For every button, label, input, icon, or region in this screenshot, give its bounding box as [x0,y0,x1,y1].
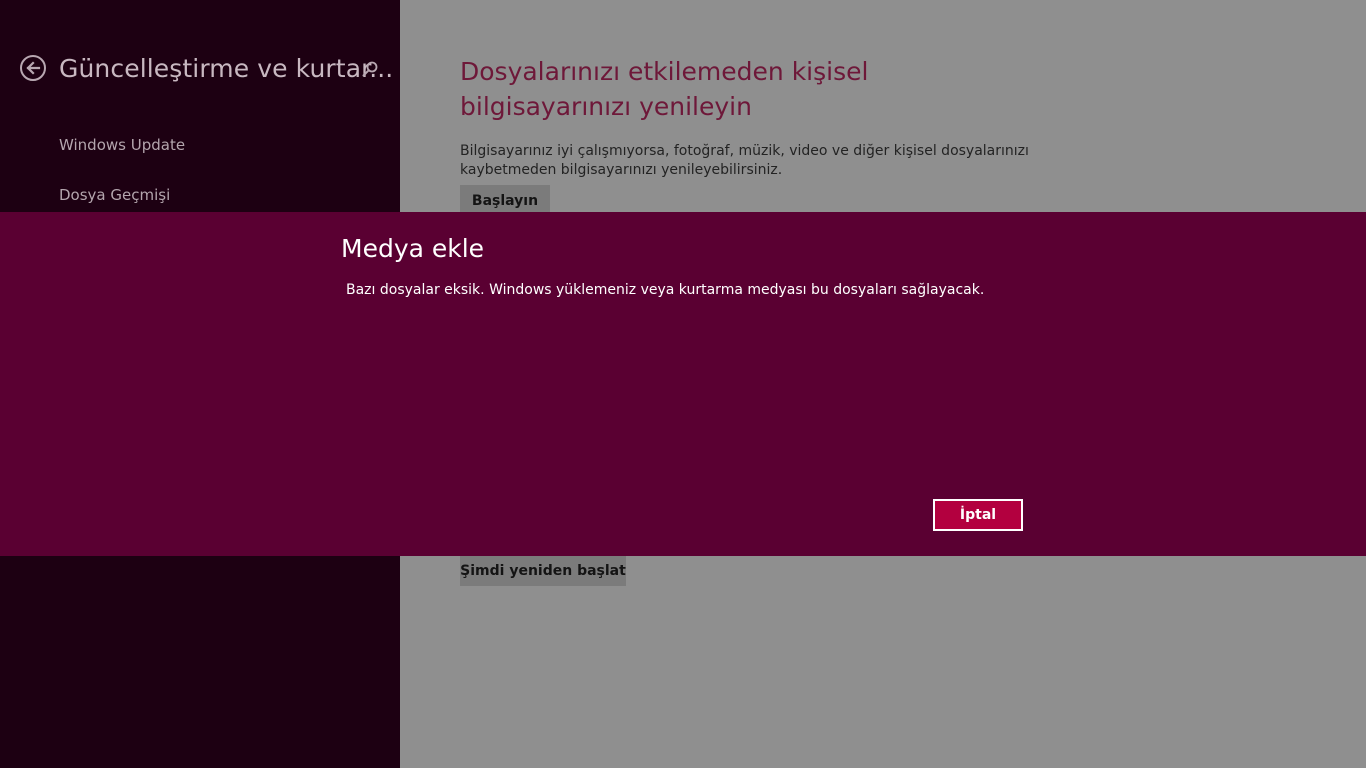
sidebar-title: Güncelleştirme ve kurtar... [59,54,394,83]
restart-now-button[interactable]: Şimdi yeniden başlat [460,556,626,586]
dialog-title: Medya ekle [341,234,485,263]
cancel-button[interactable]: İptal [933,499,1023,531]
back-arrow-icon [26,61,41,75]
search-icon [362,61,378,77]
refresh-heading: Dosyalarınızı etkilemeden kişisel bilgis… [460,57,869,121]
sidebar-item-windows-update[interactable]: Windows Update [59,136,185,154]
back-button[interactable] [20,55,46,81]
add-media-dialog: Medya ekle Bazı dosyalar eksik. Windows … [0,212,1366,556]
search-button[interactable] [361,60,379,78]
sidebar-item-file-history[interactable]: Dosya Geçmişi [59,186,170,204]
dialog-message: Bazı dosyalar eksik. Windows yüklemeniz … [346,282,985,298]
refresh-description: Bilgisayarınız iyi çalışmıyorsa, fotoğra… [460,143,1029,178]
